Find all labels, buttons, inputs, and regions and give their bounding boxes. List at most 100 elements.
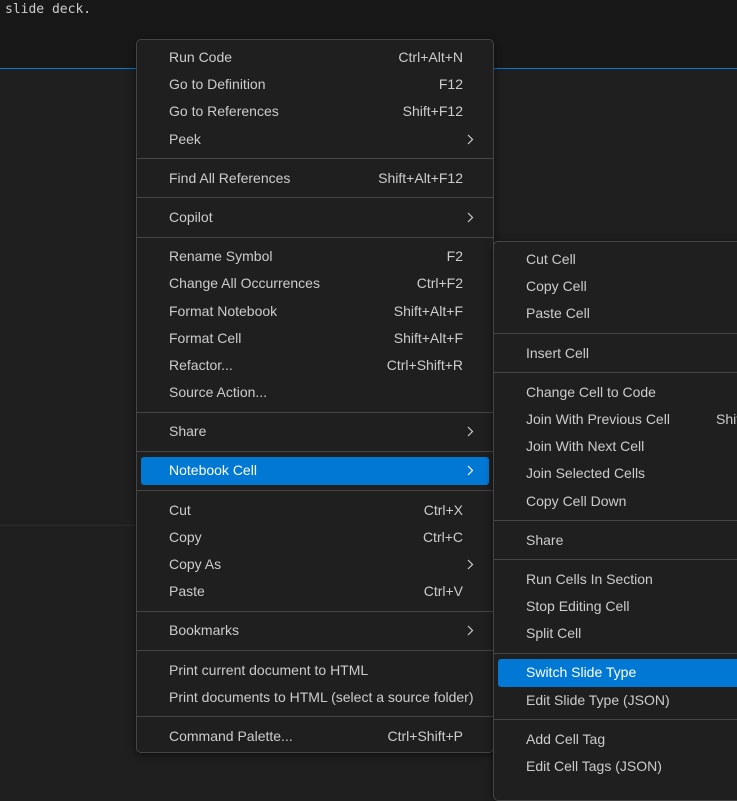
menu-separator (137, 450, 493, 452)
menu-item-label: Notebook Cell (169, 462, 257, 479)
menu-item-label: Format Cell (169, 329, 242, 346)
submenu-item-stop-editing-cell[interactable]: Stop Editing Cell (498, 593, 737, 620)
chevron-right-icon (467, 126, 477, 153)
chevron-right-icon (467, 457, 477, 484)
context-menu-item-go-to-references[interactable]: Go to References Shift+F12 (141, 98, 489, 125)
menu-separator (494, 652, 737, 654)
menu-item-label: Command Palette... (169, 727, 293, 744)
context-menu-item-cut[interactable]: Cut Ctrl+X (141, 497, 489, 524)
menu-item-label: Print documents to HTML (select a source… (169, 688, 474, 705)
menu-item-label: Split Cell (526, 625, 582, 642)
menu-item-label: Cut (169, 501, 191, 518)
chevron-right-icon (467, 551, 477, 578)
context-menu-item-copy-as[interactable]: Copy As (141, 551, 489, 578)
menu-item-label: Edit Slide Type (JSON) (526, 691, 670, 708)
submenu-item-switch-slide-type[interactable]: Switch Slide Type (498, 659, 737, 687)
chevron-right-icon (467, 204, 477, 231)
submenu-item-cut-cell[interactable]: Cut Cell (498, 246, 737, 273)
menu-separator (137, 197, 493, 199)
submenu-item-copy-cell[interactable]: Copy Cell (498, 273, 737, 300)
menu-item-label: Refactor... (169, 356, 233, 373)
submenu-item-edit-cell-tags-json[interactable]: Edit Cell Tags (JSON) (498, 753, 737, 780)
menu-item-label: Change Cell to Code (526, 383, 656, 400)
menu-separator (137, 650, 493, 652)
context-menu-item-copilot[interactable]: Copilot (141, 204, 489, 231)
menu-item-label: Format Notebook (169, 302, 278, 319)
context-menu-item-rename-symbol[interactable]: Rename Symbol F2 (141, 243, 489, 270)
menu-separator (494, 372, 737, 374)
menu-item-label: Go to References (169, 103, 279, 120)
submenu-item-join-selected-cells[interactable]: Join Selected Cells (498, 460, 737, 487)
submenu-item-split-cell[interactable]: Split Cell (498, 620, 737, 647)
menu-item-shortcut: Shift+Alt+F (393, 302, 463, 319)
context-menu-item-go-to-definition[interactable]: Go to Definition F12 (141, 71, 489, 98)
menu-item-shortcut: Ctrl+C (422, 528, 463, 545)
menu-item-label: Join Selected Cells (526, 465, 646, 482)
menu-item-shortcut: Shift+Alt+F12 (378, 169, 463, 186)
submenu-item-share[interactable]: Share (498, 527, 737, 554)
menu-separator (137, 236, 493, 238)
menu-item-shortcut: Ctrl+X (423, 501, 463, 518)
context-menu-item-format-cell[interactable]: Format Cell Shift+Alt+F (141, 325, 489, 352)
submenu-item-change-cell-to-code[interactable]: Change Cell to Code (498, 379, 737, 406)
chevron-right-icon (467, 418, 477, 445)
context-menu-item-command-palette[interactable]: Command Palette... Ctrl+Shift+P (141, 723, 489, 750)
menu-item-label: Add Cell Tag (526, 730, 606, 747)
menu-item-shortcut: Ctrl+F2 (416, 275, 463, 292)
context-menu-item-run-code[interactable]: Run Code Ctrl+Alt+N (141, 44, 489, 71)
submenu-item-paste-cell[interactable]: Paste Cell (498, 300, 737, 327)
menu-item-label: Copy (169, 528, 202, 545)
submenu-item-edit-slide-type-json[interactable]: Edit Slide Type (JSON) (498, 687, 737, 714)
menu-item-label: Share (526, 531, 564, 548)
context-menu-item-paste[interactable]: Paste Ctrl+V (141, 578, 489, 605)
context-menu-item-change-all-occurrences[interactable]: Change All Occurrences Ctrl+F2 (141, 270, 489, 297)
menu-separator (137, 610, 493, 612)
submenu-item-join-with-next-cell[interactable]: Join With Next Cell (498, 433, 737, 460)
menu-item-label: Copilot (169, 208, 213, 225)
menu-item-label: Cut Cell (526, 251, 576, 267)
context-menu-item-notebook-cell[interactable]: Notebook Cell (141, 457, 489, 485)
menu-item-label: Run Cells In Section (526, 570, 653, 587)
context-menu-item-peek[interactable]: Peek (141, 126, 489, 153)
menu-item-shortcut: Ctrl+Shift+P (387, 727, 463, 744)
submenu-item-add-cell-tag[interactable]: Add Cell Tag (498, 726, 737, 753)
context-menu-item-share[interactable]: Share (141, 418, 489, 445)
menu-item-label: Go to Definition (169, 76, 266, 93)
menu-item-label: Switch Slide Type (526, 664, 637, 681)
context-menu: Run Code Ctrl+Alt+N Go to Definition F12 Go … (136, 39, 494, 753)
menu-item-label: Find All References (169, 169, 291, 186)
submenu-item-join-with-previous-cell[interactable]: Join With Previous Cell Shift (498, 406, 737, 433)
menu-item-label: Copy As (169, 556, 222, 572)
menu-separator (137, 490, 493, 492)
context-menu-item-refactor[interactable]: Refactor... Ctrl+Shift+R (141, 352, 489, 379)
menu-item-label: Rename Symbol (169, 248, 273, 265)
menu-item-shortcut: F12 (438, 76, 463, 93)
menu-separator (494, 719, 737, 721)
menu-item-label: Peek (169, 130, 201, 147)
submenu-item-run-cells-in-section[interactable]: Run Cells In Section (498, 566, 737, 593)
context-menu-item-print-current-document-to-html[interactable]: Print current document to HTML (141, 657, 489, 684)
menu-item-label: Copy Cell Down (526, 492, 627, 509)
menu-item-shortcut: Shift+F12 (402, 103, 463, 120)
menu-item-label: Paste (169, 583, 205, 600)
context-menu-item-copy[interactable]: Copy Ctrl+C (141, 524, 489, 551)
menu-item-shortcut: Shift+Alt+F (393, 329, 463, 346)
context-menu-item-print-documents-to-html-select-a-source-folder[interactable]: Print documents to HTML (select a source… (141, 684, 489, 711)
notebook-cell-submenu: Cut Cell Copy Cell Paste Cell Insert Cell Ch… (493, 241, 737, 801)
submenu-item-insert-cell[interactable]: Insert Cell (498, 340, 737, 367)
menu-separator (137, 716, 493, 718)
menu-item-label: Paste Cell (526, 305, 590, 322)
menu-item-label: Stop Editing Cell (526, 598, 630, 615)
menu-item-shortcut: Ctrl+Shift+R (386, 356, 463, 373)
context-menu-item-source-action[interactable]: Source Action... (141, 379, 489, 406)
context-menu-item-bookmarks[interactable]: Bookmarks (141, 617, 489, 644)
submenu-item-copy-cell-down[interactable]: Copy Cell Down (498, 488, 737, 515)
menu-item-label: Share (169, 423, 207, 440)
menu-item-label: Run Code (169, 49, 233, 65)
context-menu-item-find-all-references[interactable]: Find All References Shift+Alt+F12 (141, 165, 489, 192)
menu-item-shortcut: Shift (716, 410, 737, 427)
menu-item-label: Copy Cell (526, 278, 587, 295)
menu-separator (137, 411, 493, 413)
menu-item-label: Change All Occurrences (169, 275, 320, 292)
context-menu-item-format-notebook[interactable]: Format Notebook Shift+Alt+F (141, 298, 489, 325)
